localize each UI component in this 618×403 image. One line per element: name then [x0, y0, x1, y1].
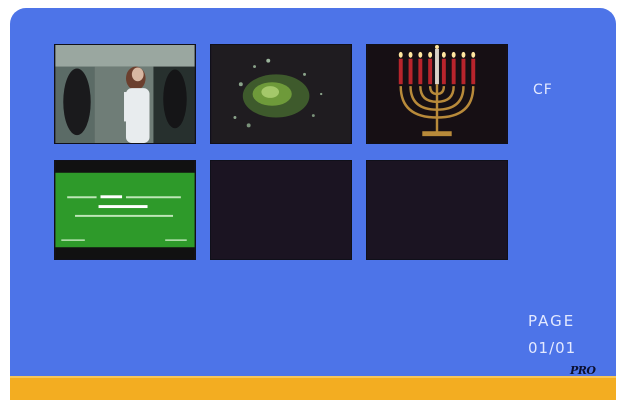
- thumbnail-2[interactable]: [210, 44, 352, 144]
- bottom-status-bar: [10, 376, 616, 400]
- thumbnail-1[interactable]: [54, 44, 196, 144]
- thumbnail-3[interactable]: [366, 44, 508, 144]
- thumbnail-empty-6[interactable]: [366, 160, 508, 260]
- video-frame-image: [55, 45, 195, 143]
- page-number: 01/01: [528, 339, 577, 357]
- source-label: CF: [533, 82, 553, 98]
- thumbnail-empty-5[interactable]: [210, 160, 352, 260]
- photo-image: [367, 45, 507, 143]
- media-browser-screen: CF PAGE 01/01 PRO: [10, 8, 616, 400]
- video-frame-image: [55, 161, 195, 259]
- thumbnail-4[interactable]: [54, 160, 196, 260]
- video-frame-image: [211, 45, 351, 143]
- page-label: PAGE: [528, 312, 576, 330]
